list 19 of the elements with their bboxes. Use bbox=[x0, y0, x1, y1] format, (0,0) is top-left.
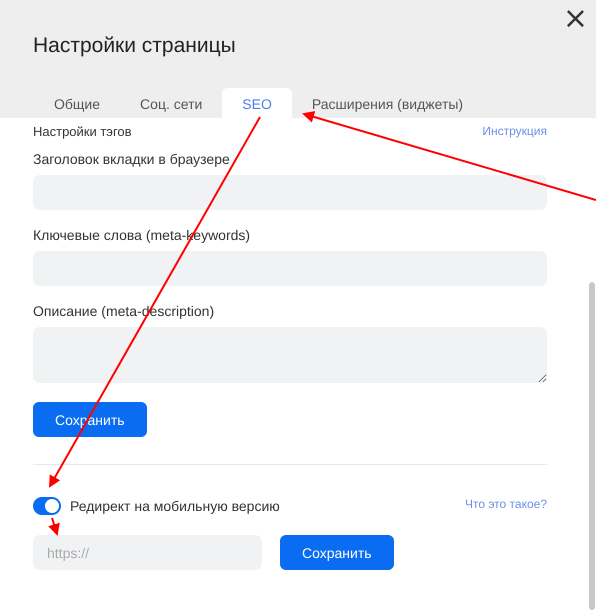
save-button[interactable]: Сохранить bbox=[280, 535, 394, 570]
textarea-field[interactable] bbox=[33, 327, 547, 383]
tab[interactable]: Расширения (виджеты) bbox=[292, 88, 484, 118]
section-title: Настройки тэгов bbox=[33, 124, 132, 139]
input-field[interactable] bbox=[33, 175, 547, 210]
scrollbar[interactable] bbox=[589, 282, 595, 610]
arrow bbox=[48, 518, 60, 536]
url-field[interactable]: https:// bbox=[33, 535, 262, 570]
help-link[interactable]: Что это такое? bbox=[464, 497, 547, 511]
dialog-title: Настройки страницы bbox=[33, 34, 236, 58]
instruction-link[interactable]: Инструкция bbox=[482, 124, 547, 139]
tab[interactable]: Общие bbox=[34, 88, 120, 118]
tab[interactable]: SEO bbox=[222, 88, 292, 118]
toggle-switch[interactable] bbox=[33, 497, 61, 515]
tab[interactable]: Соц. сети bbox=[120, 88, 222, 118]
toggle-label: Редирект на мобильную версию bbox=[70, 498, 281, 514]
close-button[interactable]: × bbox=[558, 4, 592, 34]
input-field[interactable] bbox=[33, 251, 547, 286]
field-label: Заголовок вкладки в браузере bbox=[33, 151, 231, 167]
